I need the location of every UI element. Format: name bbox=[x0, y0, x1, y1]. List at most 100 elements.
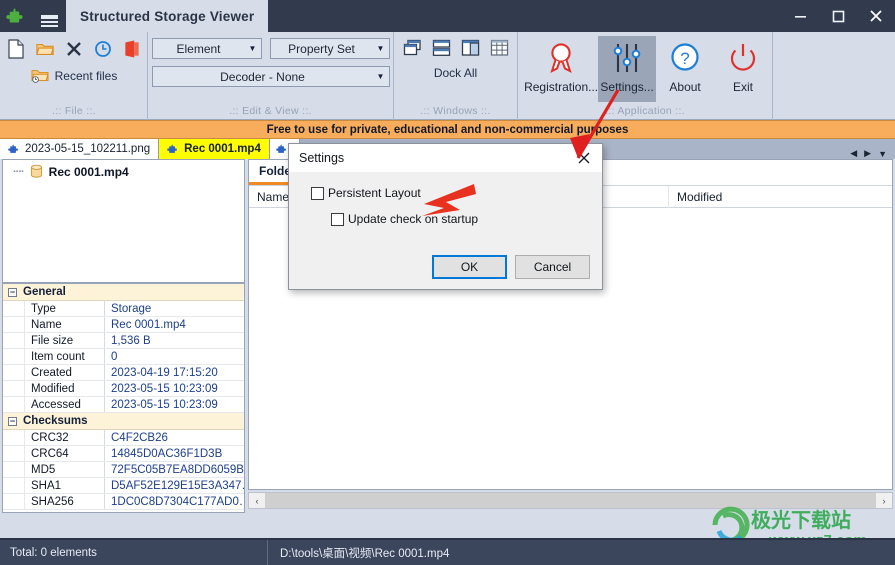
tab-prev-button[interactable]: ◀ bbox=[850, 148, 857, 159]
persistent-layout-label: Persistent Layout bbox=[328, 186, 421, 200]
document-tab-png[interactable]: 2023-05-15_102211.png bbox=[0, 139, 160, 159]
close-button[interactable] bbox=[857, 0, 895, 32]
table-row[interactable]: Created 2023-04-19 17:15:20 bbox=[3, 365, 244, 381]
collapse-icon[interactable]: − bbox=[8, 416, 17, 426]
property-name: Type bbox=[25, 301, 105, 316]
ribbon-group-edit-view: Element ▼ Property Set ▼ Decoder - None … bbox=[148, 32, 394, 120]
table-row[interactable]: CRC64 14845D0AC36F1D3B bbox=[3, 446, 244, 462]
settings-button[interactable]: Settings... bbox=[598, 36, 657, 102]
collapse-icon[interactable]: − bbox=[8, 287, 17, 297]
property-name: Accessed bbox=[25, 397, 105, 412]
dock-all-button[interactable]: Dock All bbox=[434, 66, 477, 80]
exit-label: Exit bbox=[733, 80, 754, 94]
tree-item-root[interactable]: ···· Rec 0001.mp4 bbox=[3, 160, 244, 183]
property-group-general[interactable]: − General bbox=[3, 284, 244, 301]
recent-folder-icon bbox=[30, 70, 49, 83]
property-value: Rec 0001.mp4 bbox=[111, 318, 186, 331]
dialog-title-bar: Settings bbox=[289, 144, 602, 172]
property-name: Created bbox=[25, 365, 105, 380]
property-value: 14845D0AC36F1D3B bbox=[111, 447, 223, 460]
table-row[interactable]: Item count 0 bbox=[3, 349, 244, 365]
status-bar: Total: 0 elements D:\tools\桌面\视频\Rec 000… bbox=[0, 538, 895, 565]
window-controls bbox=[781, 0, 895, 32]
dialog-close-button[interactable] bbox=[572, 147, 596, 169]
scrollbar-track[interactable] bbox=[265, 493, 876, 508]
element-dropdown-label: Element bbox=[176, 41, 221, 56]
open-folder-icon[interactable] bbox=[36, 39, 54, 59]
cascade-windows-icon[interactable] bbox=[403, 39, 422, 57]
table-row[interactable]: Modified 2023-05-15 10:23:09 bbox=[3, 381, 244, 397]
property-value: 2023-05-15 10:23:09 bbox=[111, 382, 218, 395]
property-value: 72F5C05B7EA8DD6059B… bbox=[111, 463, 244, 476]
table-row[interactable]: MD5 72F5C05B7EA8DD6059B… bbox=[3, 462, 244, 478]
power-off-icon bbox=[730, 44, 756, 71]
office-document-icon[interactable] bbox=[123, 39, 141, 59]
close-file-icon[interactable] bbox=[65, 39, 83, 59]
update-check-checkbox[interactable] bbox=[331, 212, 344, 226]
property-value: Storage bbox=[111, 302, 152, 315]
ribbon-group-empty bbox=[773, 32, 895, 120]
maximize-button[interactable] bbox=[819, 0, 857, 32]
puzzle-piece-icon bbox=[8, 144, 18, 153]
ribbon-group-file: Recent files .:: File ::. bbox=[0, 32, 148, 120]
registration-button[interactable]: Registration... bbox=[524, 36, 598, 102]
property-group-checksums-label: Checksums bbox=[23, 415, 88, 427]
puzzle-piece-icon bbox=[276, 144, 286, 153]
table-row[interactable]: File size 1,536 B bbox=[3, 333, 244, 349]
tab-next-button[interactable]: ▶ bbox=[864, 148, 871, 159]
column-header-modified[interactable]: Modified bbox=[669, 186, 809, 208]
window-title: Structured Storage Viewer bbox=[66, 0, 269, 32]
property-set-dropdown[interactable]: Property Set ▼ bbox=[269, 38, 390, 59]
sliders-settings-icon bbox=[613, 44, 641, 72]
cancel-button[interactable]: Cancel bbox=[515, 255, 590, 279]
license-banner: Free to use for private, educational and… bbox=[0, 120, 895, 139]
exit-button[interactable]: Exit bbox=[714, 36, 772, 102]
table-row[interactable]: SHA256 1DC0C8D7304C177AD0… bbox=[3, 494, 244, 510]
ribbon-group-label-application: .:: Application ::. bbox=[605, 105, 685, 117]
table-row[interactable]: Type Storage bbox=[3, 301, 244, 317]
element-dropdown[interactable]: Element ▼ bbox=[151, 38, 262, 59]
ribbon-group-label-edit-view: .:: Edit & View ::. bbox=[229, 105, 312, 117]
dialog-button-row: OK Cancel bbox=[432, 255, 590, 279]
minimize-button[interactable] bbox=[781, 0, 819, 32]
property-value: 1DC0C8D7304C177AD0… bbox=[111, 495, 244, 508]
table-row[interactable]: SHA1 D5AF52E129E15E3A347… bbox=[3, 478, 244, 494]
puzzle-piece-icon bbox=[0, 0, 32, 32]
puzzle-piece-icon bbox=[167, 144, 178, 153]
property-name: SHA1 bbox=[25, 478, 105, 493]
hamburger-menu-icon[interactable] bbox=[32, 0, 66, 32]
property-group-general-label: General bbox=[23, 286, 66, 298]
property-group-checksums[interactable]: − Checksums bbox=[3, 413, 244, 430]
refresh-icon[interactable] bbox=[94, 39, 112, 59]
tab-list-button[interactable]: ▼ bbox=[878, 149, 887, 159]
property-name: CRC64 bbox=[25, 446, 105, 461]
decoder-dropdown[interactable]: Decoder - None ▼ bbox=[151, 66, 390, 87]
update-check-checkbox-row[interactable]: Update check on startup bbox=[289, 200, 602, 226]
property-name: Name bbox=[25, 317, 105, 332]
table-row[interactable]: CRC32 C4F2CB26 bbox=[3, 430, 244, 446]
ok-button[interactable]: OK bbox=[432, 255, 507, 279]
horizontal-scrollbar[interactable]: ‹ › bbox=[248, 492, 893, 509]
tile-horizontal-icon[interactable] bbox=[432, 39, 451, 57]
scroll-right-arrow[interactable]: › bbox=[876, 493, 892, 508]
table-row[interactable]: Name Rec 0001.mp4 bbox=[3, 317, 244, 333]
ribbon-group-windows: Dock All .:: Windows ::. bbox=[394, 32, 518, 120]
storage-tree-panel[interactable]: ···· Rec 0001.mp4 bbox=[2, 159, 245, 283]
scroll-left-arrow[interactable]: ‹ bbox=[249, 493, 265, 508]
grid-windows-icon[interactable] bbox=[490, 39, 509, 57]
recent-files-button[interactable]: Recent files bbox=[0, 59, 148, 84]
status-file-path: D:\tools\桌面\视频\Rec 0001.mp4 bbox=[280, 547, 450, 560]
award-ribbon-icon bbox=[550, 43, 572, 73]
new-file-icon[interactable] bbox=[7, 39, 25, 59]
property-name: SHA256 bbox=[25, 494, 105, 509]
document-tab-mp4[interactable]: Rec 0001.mp4 bbox=[159, 139, 270, 159]
tile-vertical-icon[interactable] bbox=[461, 39, 480, 57]
table-row[interactable]: Accessed 2023-05-15 10:23:09 bbox=[3, 397, 244, 413]
tab-navigation: ◀ ▶ ▼ bbox=[850, 148, 895, 159]
ribbon-group-application: Registration... Settings... ? About Exit… bbox=[518, 32, 773, 120]
persistent-layout-checkbox-row[interactable]: Persistent Layout bbox=[289, 186, 602, 200]
about-button[interactable]: ? About bbox=[656, 36, 714, 102]
storage-cylinder-icon bbox=[30, 164, 42, 178]
application-window: Structured Storage Viewer Recent files .… bbox=[0, 0, 895, 565]
persistent-layout-checkbox[interactable] bbox=[311, 186, 324, 200]
